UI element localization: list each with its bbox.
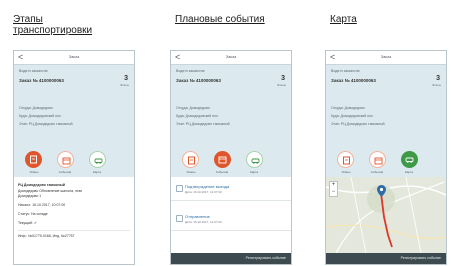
phone-events: < Заказ Водитл заказчтов Заказ № 4100000… <box>170 50 292 265</box>
phone-map: < Заказ Водитл заказчтов Заказ № 4100000… <box>325 50 447 265</box>
top-bar: < Заказ <box>326 51 446 65</box>
stage-description: Домодедово Обновление шалона, этап <box>18 189 83 193</box>
stage-count-label: Этапы <box>432 83 441 87</box>
heading-events: Плановые события <box>175 14 265 25</box>
stage-info: Инф.: №01779-0168, Инд. №27757 <box>18 234 75 238</box>
clipboard-icon <box>343 156 350 165</box>
stage-status: Статус: На складе <box>18 212 48 216</box>
phone-stages: < Заказ Водитл заказчтов Заказ № 4100000… <box>13 50 135 265</box>
events-button[interactable] <box>57 151 74 168</box>
stages-button[interactable] <box>182 151 199 168</box>
clipboard-icon <box>30 155 37 164</box>
stage-current: Текущий: ✔ <box>18 221 37 225</box>
status-text: Этап: РЦ Домодедово таможный <box>19 122 73 126</box>
map-label: Карта <box>249 170 259 174</box>
to-text: Куда: Домодедовский пос. <box>19 114 62 118</box>
register-event-button[interactable]: Регистрировать событие <box>326 253 446 264</box>
stage-start: Начало: 16.10.2017, 10:07:00 <box>18 203 66 207</box>
stage-count-label: Этапы <box>277 83 286 87</box>
vehicle-label: Водитл заказчтов <box>176 69 205 73</box>
from-text: Откуда: Домодедово <box>176 106 210 110</box>
calendar-icon <box>218 156 227 164</box>
event-date: Дата: 16.10.2017, 14:07:00 <box>185 190 222 194</box>
events-label: События <box>58 170 72 174</box>
event-title: Подтверждение выезда <box>185 184 230 189</box>
heading-stages: Этапы транспортировки <box>13 14 93 36</box>
calendar-icon <box>374 157 383 165</box>
top-bar: < Заказ <box>14 51 134 65</box>
heading-map: Карта <box>330 14 357 25</box>
event-item[interactable]: Отправление Дата: 16.10.2017, 14:07:00 <box>171 210 291 231</box>
stage-count: 3 <box>436 75 440 82</box>
screen-title: Заказ <box>380 54 392 59</box>
zoom-out-button[interactable]: − <box>330 189 337 196</box>
status-text: Этап: РЦ Домодедово таможный <box>176 122 230 126</box>
clipboard-icon <box>188 156 195 165</box>
events-label: События <box>215 170 229 174</box>
stage-count-label: Этапы <box>120 83 129 87</box>
stage-count: 3 <box>281 75 285 82</box>
stages-button[interactable] <box>25 151 42 168</box>
map-label: Карта <box>92 170 102 174</box>
events-button[interactable] <box>214 151 231 168</box>
car-icon <box>405 157 414 163</box>
vehicle-label: Водитл заказчтов <box>331 69 360 73</box>
to-text: Куда: Домодедовский пос. <box>331 114 374 118</box>
map-button[interactable] <box>89 151 106 168</box>
stages-label: Этапы <box>186 170 196 174</box>
calendar-icon <box>62 157 71 165</box>
stages-label: Этапы <box>341 170 351 174</box>
order-number: Заказ № 4100000063 <box>19 78 64 83</box>
zoom-in-button[interactable]: + <box>330 182 337 189</box>
screen-title: Заказ <box>68 54 80 59</box>
zoom-control[interactable]: + − <box>329 181 338 197</box>
to-text: Куда: Домодедовский пос. <box>176 114 219 118</box>
car-icon <box>251 158 260 164</box>
stage-detail-panel: РЦ Домодедово таможный Домодедово Обновл… <box>14 177 134 264</box>
screen-title: Заказ <box>225 54 237 59</box>
event-item[interactable]: Подтверждение выезда Дата: 16.10.2017, 1… <box>171 180 291 201</box>
stages-label: Этапы <box>29 170 39 174</box>
vehicle-label: Водитл заказчтов <box>19 69 48 73</box>
stage-count: 3 <box>124 75 128 82</box>
stages-button[interactable] <box>337 151 354 168</box>
current-label: Текущий: <box>18 221 33 225</box>
check-icon: ✔ <box>33 221 37 225</box>
route-map[interactable]: + − <box>326 177 446 253</box>
events-label: События <box>370 170 384 174</box>
event-icon <box>176 215 183 222</box>
top-bar: < Заказ <box>171 51 291 65</box>
car-icon <box>94 158 103 164</box>
stage-description-2: Домодедово 1 <box>18 194 42 198</box>
map-button[interactable] <box>401 151 418 168</box>
map-canvas <box>326 177 446 253</box>
order-number: Заказ № 4100000063 <box>176 78 221 83</box>
events-list: Подтверждение выезда Дата: 16.10.2017, 1… <box>171 177 291 264</box>
event-icon <box>176 185 183 192</box>
event-title: Отправление <box>185 214 210 219</box>
divider <box>18 230 130 231</box>
stage-title: РЦ Домодедово таможный <box>18 183 65 187</box>
status-text: Этап: РЦ Домодедово таможный <box>331 122 385 126</box>
map-button[interactable] <box>246 151 263 168</box>
event-date: Дата: 16.10.2017, 14:07:00 <box>185 220 222 224</box>
from-text: Откуда: Домодедово <box>331 106 365 110</box>
location-pin-icon[interactable] <box>377 185 386 197</box>
events-button[interactable] <box>369 151 386 168</box>
order-number: Заказ № 4100000063 <box>331 78 376 83</box>
from-text: Откуда: Домодедово <box>19 106 53 110</box>
map-label: Карта <box>404 170 414 174</box>
register-event-button[interactable]: Регистрировать событие <box>171 253 291 264</box>
